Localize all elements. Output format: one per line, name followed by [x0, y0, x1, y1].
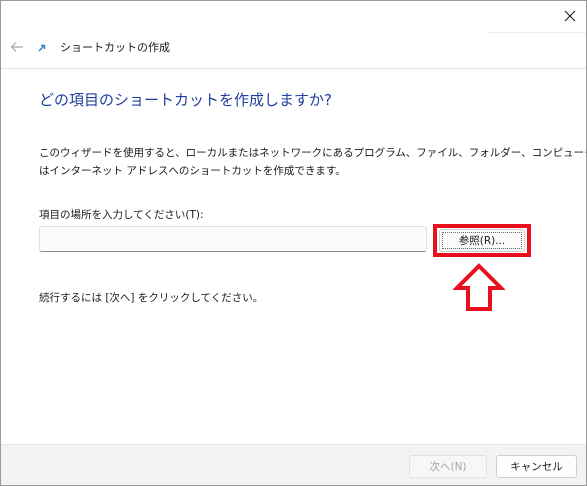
browse-button-label: 参照(R)...	[458, 235, 506, 247]
continue-instruction: 続行するには [次へ] をクリックしてください。	[39, 292, 264, 304]
browse-button[interactable]: 参照(R)...	[439, 229, 525, 252]
create-shortcut-window: ショートカットの作成 どの項目のショートカットを作成しますか? このウィザードを…	[0, 0, 587, 486]
wizard-header: ショートカットの作成	[1, 35, 586, 61]
page-heading: どの項目のショートカットを作成しますか?	[39, 91, 332, 109]
location-input[interactable]	[39, 226, 427, 252]
wizard-description: このウィザードを使用すると、ローカルまたはネットワークにあるプログラム、ファイル…	[39, 144, 587, 180]
up-arrow-annotation	[453, 263, 505, 311]
description-line: このウィザードを使用すると、ローカルまたはネットワークにあるプログラム、ファイル…	[39, 147, 587, 159]
description-line: はインターネット アドレスへのショートカットを作成できます。	[39, 165, 346, 177]
back-arrow-icon	[10, 42, 23, 52]
titlebar-edge	[488, 32, 586, 33]
back-button[interactable]	[8, 37, 26, 57]
shortcut-arrow-icon	[37, 43, 47, 53]
cancel-button[interactable]: キャンセル	[496, 455, 577, 478]
close-button[interactable]	[555, 3, 585, 29]
header-divider	[1, 68, 586, 69]
location-label: 項目の場所を入力してください(T):	[39, 209, 204, 221]
wizard-title: ショートカットの作成	[60, 41, 170, 54]
close-icon	[564, 10, 576, 22]
next-button[interactable]: 次へ(N)	[409, 455, 487, 478]
wizard-footer: 次へ(N) キャンセル	[1, 444, 586, 485]
